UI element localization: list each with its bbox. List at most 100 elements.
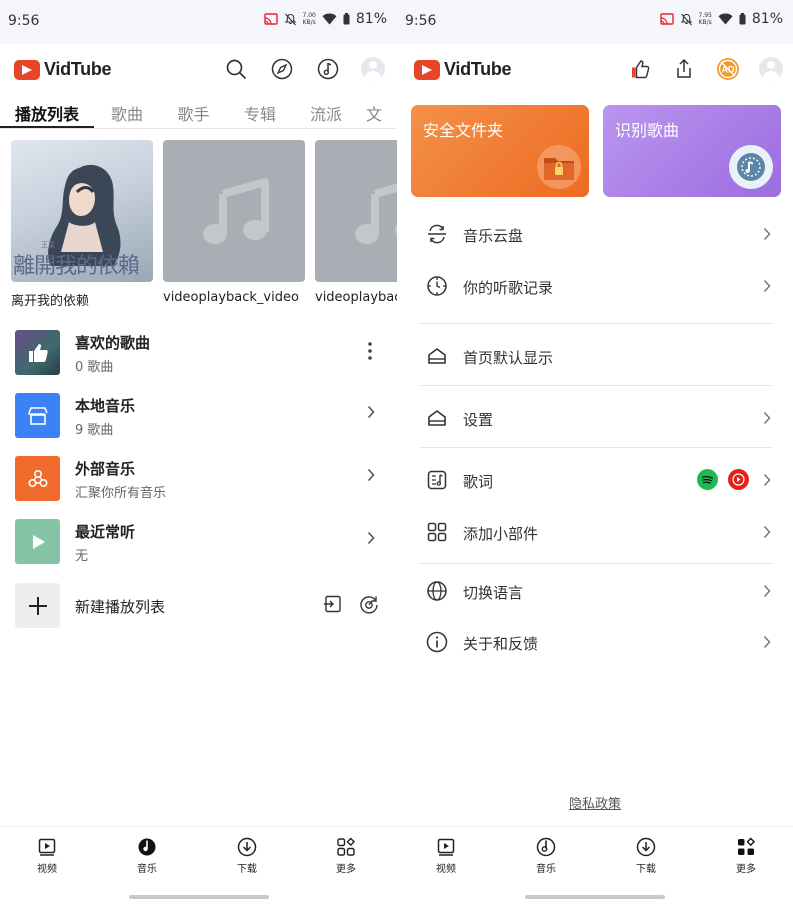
library-tabs: 播放列表 歌曲 歌手 专辑 流派 文 <box>0 97 397 129</box>
menu-divider <box>419 563 773 564</box>
vidtube-logo: VidTube <box>14 59 112 80</box>
menu-label: 你的听歌记录 <box>463 279 554 297</box>
lyrics-icon <box>427 470 447 490</box>
music-note-icon <box>355 183 397 244</box>
cloud-sync-icon <box>428 224 446 244</box>
music-disc-icon <box>138 838 156 856</box>
nav-label: 更多 <box>736 864 756 875</box>
nav-download[interactable]: 下载 <box>626 837 666 875</box>
nav-label: 更多 <box>336 864 356 875</box>
nav-more[interactable]: 更多 <box>326 837 366 875</box>
more-menu-screen: 9:56 7.95KB/s 81% VidTube AD <box>397 0 793 905</box>
nav-music[interactable]: 音乐 <box>127 837 167 875</box>
nav-video[interactable]: 视频 <box>426 837 466 875</box>
now-playing-button[interactable] <box>315 56 341 82</box>
card-title: 安全文件夹 <box>423 121 504 140</box>
nav-more[interactable]: 更多 <box>726 837 766 875</box>
import-icon[interactable] <box>323 594 343 614</box>
nav-label: 音乐 <box>137 864 157 875</box>
new-playlist-button[interactable] <box>15 583 60 628</box>
menu-item-listening-history[interactable]: 你的听歌记录 <box>397 262 793 310</box>
menu-item-lyrics[interactable]: 歌词 <box>397 456 793 504</box>
chevron-right-icon <box>367 468 375 482</box>
net-speed-value: 7.00 <box>302 12 316 19</box>
playlist-item-local[interactable]: 本地音乐 9 歌曲 <box>0 388 397 451</box>
nav-label: 视频 <box>436 864 456 875</box>
identify-song-card[interactable]: 识别歌曲 <box>603 105 781 197</box>
album-card[interactable]: videoplayback <box>315 140 397 309</box>
no-ads-button[interactable]: AD <box>715 56 741 82</box>
tab-playlists[interactable]: 播放列表 <box>0 97 94 128</box>
menu-label: 首页默认显示 <box>463 349 554 367</box>
menu-item-language[interactable]: 切换语言 <box>397 567 793 615</box>
net-speed-unit: KB/s <box>302 19 316 26</box>
explore-button[interactable] <box>269 56 295 82</box>
menu-item-settings[interactable]: 设置 <box>397 394 793 442</box>
tab-more[interactable]: 文 <box>359 97 389 128</box>
menu-item-add-widget[interactable]: 添加小部件 <box>397 508 793 556</box>
rate-button[interactable] <box>627 56 653 82</box>
nav-download[interactable]: 下载 <box>227 837 267 875</box>
tab-artists[interactable]: 歌手 <box>160 97 227 128</box>
storefront-icon <box>27 406 48 425</box>
music-library-screen: 9:56 7.00 KB/s 81% VidTube 播放列表 歌曲 歌手 专辑… <box>0 0 397 905</box>
spotify-icon <box>697 469 718 490</box>
chevron-right-icon <box>367 531 375 545</box>
settings-home-icon <box>428 410 446 426</box>
share-button[interactable] <box>671 56 697 82</box>
feature-cards: 安全文件夹 识别歌曲 <box>411 105 781 197</box>
album-card[interactable]: videoplayback_video <box>163 140 305 309</box>
playlist-item-liked[interactable]: 喜欢的歌曲 0 歌曲 <box>0 325 397 388</box>
chevron-right-icon <box>763 227 771 241</box>
new-playlist-label: 新建播放列表 <box>75 598 166 616</box>
vidtube-logo: VidTube <box>414 59 512 80</box>
playlist-subtitle: 0 歌曲 <box>75 360 114 375</box>
privacy-policy-link[interactable]: 隐私政策 <box>397 793 793 812</box>
chevron-right-icon <box>367 405 375 419</box>
card-title: 识别歌曲 <box>615 121 680 140</box>
album-cover-caption: 離開我的依賴 <box>13 254 140 279</box>
more-vertical-icon[interactable] <box>366 341 374 361</box>
playlist-title: 喜欢的歌曲 <box>75 334 151 352</box>
menu-item-music-cloud[interactable]: 音乐云盘 <box>397 210 793 258</box>
playlist-subtitle: 汇聚你所有音乐 <box>75 486 167 501</box>
tab-songs[interactable]: 歌曲 <box>94 97 160 128</box>
album-carousel: 離開我的依賴 王葉 离开我的依赖 videoplayback_video vid… <box>11 140 397 309</box>
liked-playlist-cover <box>15 330 60 375</box>
cluster-icon <box>27 469 48 487</box>
thumb-up-icon <box>632 60 650 79</box>
app-bar: VidTube AD <box>397 50 793 90</box>
battery-icon <box>739 13 746 25</box>
sync-disc-icon[interactable] <box>359 594 379 614</box>
music-disc-icon <box>536 837 556 857</box>
profile-avatar[interactable] <box>759 57 783 81</box>
secure-folder-card[interactable]: 安全文件夹 <box>411 105 589 197</box>
new-playlist-row[interactable]: 新建播放列表 <box>0 583 397 629</box>
playlist-item-external[interactable]: 外部音乐 汇聚你所有音乐 <box>0 451 397 514</box>
profile-avatar[interactable] <box>361 57 385 81</box>
chevron-right-icon <box>763 584 771 598</box>
menu-item-default-home[interactable]: 首页默认显示 <box>397 332 793 380</box>
menu-label: 设置 <box>463 411 494 429</box>
tab-genres[interactable]: 流派 <box>293 97 359 128</box>
bottom-navigation: 视频 音乐 下载 更多 <box>0 826 397 905</box>
nav-video[interactable]: 视频 <box>27 837 67 875</box>
brand-name: VidTube <box>444 59 512 79</box>
chevron-right-icon <box>763 525 771 539</box>
nav-music[interactable]: 音乐 <box>526 837 566 875</box>
app-bar: VidTube <box>0 50 397 90</box>
compass-icon <box>271 58 293 80</box>
nav-label: 下载 <box>636 864 656 875</box>
album-card[interactable]: 離開我的依賴 王葉 离开我的依赖 <box>11 140 153 309</box>
nav-label: 音乐 <box>536 864 556 875</box>
playlist-item-recent[interactable]: 最近常听 无 <box>0 514 397 577</box>
chevron-right-icon <box>763 279 771 293</box>
tab-albums[interactable]: 专辑 <box>227 97 293 128</box>
status-bar: 9:56 7.00 KB/s 81% <box>0 0 397 44</box>
chevron-right-icon <box>763 635 771 649</box>
menu-item-about-feedback[interactable]: 关于和反馈 <box>397 618 793 666</box>
search-icon <box>226 59 246 79</box>
nav-label: 视频 <box>37 864 57 875</box>
playlist-title: 外部音乐 <box>75 460 136 478</box>
search-button[interactable] <box>223 56 249 82</box>
